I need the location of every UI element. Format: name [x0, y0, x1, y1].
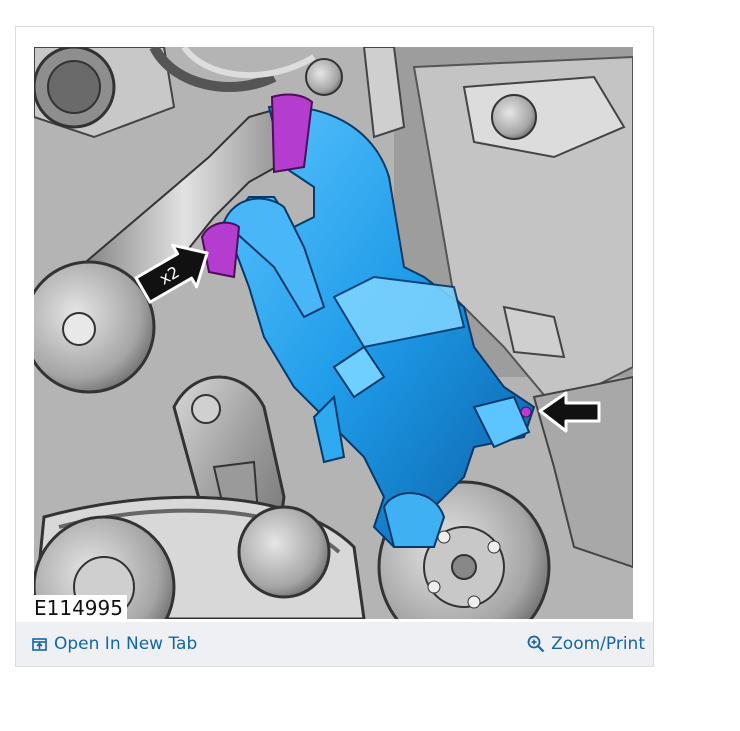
open-in-new-tab-link[interactable]: Open In New Tab: [30, 634, 197, 654]
engine-drawing: x2: [34, 47, 633, 619]
open-in-new-tab-icon: [30, 635, 48, 653]
zoom-print-link[interactable]: Zoom/Print: [527, 634, 645, 654]
figure-card: x2 E114995 Open In New Tab Zoom/Print: [15, 26, 654, 667]
figure-footer: Open In New Tab Zoom/Print: [16, 622, 653, 666]
open-in-new-tab-label: Open In New Tab: [54, 634, 198, 654]
figure-id-label: E114995: [34, 595, 127, 619]
zoom-print-label: Zoom/Print: [551, 634, 645, 654]
engine-illustration[interactable]: x2 E114995: [34, 47, 633, 619]
zoom-in-icon: [527, 635, 545, 653]
